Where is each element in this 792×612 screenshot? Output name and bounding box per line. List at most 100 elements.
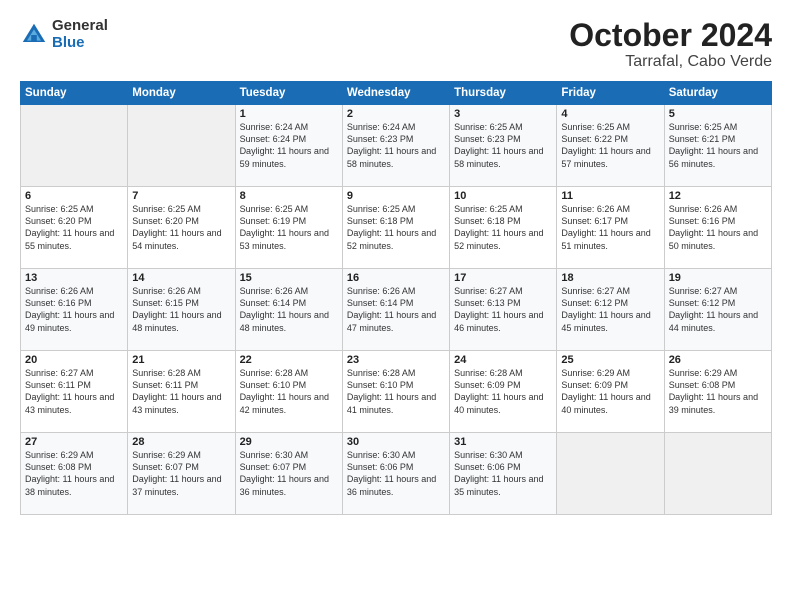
day-info: Sunrise: 6:25 AM Sunset: 6:19 PM Dayligh…	[240, 203, 338, 252]
day-info: Sunrise: 6:27 AM Sunset: 6:13 PM Dayligh…	[454, 285, 552, 334]
logo-blue-text: Blue	[52, 35, 108, 52]
calendar-week-0: 1Sunrise: 6:24 AM Sunset: 6:24 PM Daylig…	[21, 105, 772, 187]
day-info: Sunrise: 6:30 AM Sunset: 6:06 PM Dayligh…	[347, 449, 445, 498]
logo: General Blue	[20, 18, 108, 51]
calendar-cell: 9Sunrise: 6:25 AM Sunset: 6:18 PM Daylig…	[342, 187, 449, 269]
day-info: Sunrise: 6:27 AM Sunset: 6:12 PM Dayligh…	[669, 285, 767, 334]
day-number: 10	[454, 190, 552, 202]
calendar-cell	[664, 433, 771, 515]
calendar-header-row: SundayMondayTuesdayWednesdayThursdayFrid…	[21, 82, 772, 105]
day-info: Sunrise: 6:28 AM Sunset: 6:11 PM Dayligh…	[132, 367, 230, 416]
day-header-thursday: Thursday	[450, 82, 557, 105]
day-number: 8	[240, 190, 338, 202]
calendar-cell: 24Sunrise: 6:28 AM Sunset: 6:09 PM Dayli…	[450, 351, 557, 433]
day-info: Sunrise: 6:26 AM Sunset: 6:17 PM Dayligh…	[561, 203, 659, 252]
calendar-cell: 28Sunrise: 6:29 AM Sunset: 6:07 PM Dayli…	[128, 433, 235, 515]
calendar-cell: 6Sunrise: 6:25 AM Sunset: 6:20 PM Daylig…	[21, 187, 128, 269]
calendar-cell: 8Sunrise: 6:25 AM Sunset: 6:19 PM Daylig…	[235, 187, 342, 269]
calendar-table: SundayMondayTuesdayWednesdayThursdayFrid…	[20, 81, 772, 515]
day-number: 24	[454, 354, 552, 366]
day-number: 14	[132, 272, 230, 284]
calendar-cell	[128, 105, 235, 187]
day-number: 19	[669, 272, 767, 284]
calendar-cell: 2Sunrise: 6:24 AM Sunset: 6:23 PM Daylig…	[342, 105, 449, 187]
day-info: Sunrise: 6:26 AM Sunset: 6:14 PM Dayligh…	[347, 285, 445, 334]
day-number: 25	[561, 354, 659, 366]
day-number: 16	[347, 272, 445, 284]
calendar-cell: 7Sunrise: 6:25 AM Sunset: 6:20 PM Daylig…	[128, 187, 235, 269]
calendar-cell: 21Sunrise: 6:28 AM Sunset: 6:11 PM Dayli…	[128, 351, 235, 433]
calendar-cell	[557, 433, 664, 515]
day-number: 12	[669, 190, 767, 202]
calendar-cell: 19Sunrise: 6:27 AM Sunset: 6:12 PM Dayli…	[664, 269, 771, 351]
day-number: 11	[561, 190, 659, 202]
day-info: Sunrise: 6:26 AM Sunset: 6:14 PM Dayligh…	[240, 285, 338, 334]
calendar-week-3: 20Sunrise: 6:27 AM Sunset: 6:11 PM Dayli…	[21, 351, 772, 433]
day-header-tuesday: Tuesday	[235, 82, 342, 105]
calendar-cell: 26Sunrise: 6:29 AM Sunset: 6:08 PM Dayli…	[664, 351, 771, 433]
day-number: 21	[132, 354, 230, 366]
day-info: Sunrise: 6:26 AM Sunset: 6:16 PM Dayligh…	[25, 285, 123, 334]
day-info: Sunrise: 6:25 AM Sunset: 6:23 PM Dayligh…	[454, 121, 552, 170]
day-number: 31	[454, 436, 552, 448]
day-number: 23	[347, 354, 445, 366]
calendar-cell: 18Sunrise: 6:27 AM Sunset: 6:12 PM Dayli…	[557, 269, 664, 351]
day-number: 20	[25, 354, 123, 366]
day-number: 28	[132, 436, 230, 448]
calendar-title: October 2024	[569, 18, 772, 53]
logo-general-text: General	[52, 18, 108, 35]
day-info: Sunrise: 6:25 AM Sunset: 6:20 PM Dayligh…	[132, 203, 230, 252]
calendar-cell: 23Sunrise: 6:28 AM Sunset: 6:10 PM Dayli…	[342, 351, 449, 433]
calendar-cell: 1Sunrise: 6:24 AM Sunset: 6:24 PM Daylig…	[235, 105, 342, 187]
calendar-location: Tarrafal, Cabo Verde	[569, 53, 772, 71]
day-info: Sunrise: 6:25 AM Sunset: 6:18 PM Dayligh…	[454, 203, 552, 252]
day-number: 26	[669, 354, 767, 366]
day-info: Sunrise: 6:25 AM Sunset: 6:20 PM Dayligh…	[25, 203, 123, 252]
calendar-cell: 5Sunrise: 6:25 AM Sunset: 6:21 PM Daylig…	[664, 105, 771, 187]
page-header: General Blue October 2024 Tarrafal, Cabo…	[20, 18, 772, 71]
day-info: Sunrise: 6:28 AM Sunset: 6:10 PM Dayligh…	[347, 367, 445, 416]
calendar-cell: 17Sunrise: 6:27 AM Sunset: 6:13 PM Dayli…	[450, 269, 557, 351]
day-info: Sunrise: 6:24 AM Sunset: 6:24 PM Dayligh…	[240, 121, 338, 170]
calendar-cell: 16Sunrise: 6:26 AM Sunset: 6:14 PM Dayli…	[342, 269, 449, 351]
day-info: Sunrise: 6:26 AM Sunset: 6:15 PM Dayligh…	[132, 285, 230, 334]
day-info: Sunrise: 6:29 AM Sunset: 6:07 PM Dayligh…	[132, 449, 230, 498]
calendar-week-1: 6Sunrise: 6:25 AM Sunset: 6:20 PM Daylig…	[21, 187, 772, 269]
calendar-cell: 27Sunrise: 6:29 AM Sunset: 6:08 PM Dayli…	[21, 433, 128, 515]
calendar-week-2: 13Sunrise: 6:26 AM Sunset: 6:16 PM Dayli…	[21, 269, 772, 351]
day-info: Sunrise: 6:30 AM Sunset: 6:07 PM Dayligh…	[240, 449, 338, 498]
calendar-cell: 15Sunrise: 6:26 AM Sunset: 6:14 PM Dayli…	[235, 269, 342, 351]
calendar-cell: 13Sunrise: 6:26 AM Sunset: 6:16 PM Dayli…	[21, 269, 128, 351]
calendar-cell: 25Sunrise: 6:29 AM Sunset: 6:09 PM Dayli…	[557, 351, 664, 433]
calendar-week-4: 27Sunrise: 6:29 AM Sunset: 6:08 PM Dayli…	[21, 433, 772, 515]
day-number: 9	[347, 190, 445, 202]
calendar-cell: 22Sunrise: 6:28 AM Sunset: 6:10 PM Dayli…	[235, 351, 342, 433]
calendar-cell: 20Sunrise: 6:27 AM Sunset: 6:11 PM Dayli…	[21, 351, 128, 433]
day-number: 27	[25, 436, 123, 448]
logo-icon	[20, 21, 48, 49]
calendar-cell: 4Sunrise: 6:25 AM Sunset: 6:22 PM Daylig…	[557, 105, 664, 187]
day-info: Sunrise: 6:24 AM Sunset: 6:23 PM Dayligh…	[347, 121, 445, 170]
day-number: 22	[240, 354, 338, 366]
day-info: Sunrise: 6:29 AM Sunset: 6:08 PM Dayligh…	[669, 367, 767, 416]
day-header-friday: Friday	[557, 82, 664, 105]
day-number: 7	[132, 190, 230, 202]
calendar-cell: 31Sunrise: 6:30 AM Sunset: 6:06 PM Dayli…	[450, 433, 557, 515]
day-number: 3	[454, 108, 552, 120]
day-number: 29	[240, 436, 338, 448]
day-number: 18	[561, 272, 659, 284]
day-info: Sunrise: 6:30 AM Sunset: 6:06 PM Dayligh…	[454, 449, 552, 498]
day-info: Sunrise: 6:29 AM Sunset: 6:08 PM Dayligh…	[25, 449, 123, 498]
day-number: 4	[561, 108, 659, 120]
day-info: Sunrise: 6:25 AM Sunset: 6:18 PM Dayligh…	[347, 203, 445, 252]
day-header-monday: Monday	[128, 82, 235, 105]
title-block: October 2024 Tarrafal, Cabo Verde	[569, 18, 772, 71]
day-info: Sunrise: 6:28 AM Sunset: 6:09 PM Dayligh…	[454, 367, 552, 416]
day-header-wednesday: Wednesday	[342, 82, 449, 105]
day-info: Sunrise: 6:28 AM Sunset: 6:10 PM Dayligh…	[240, 367, 338, 416]
calendar-cell: 11Sunrise: 6:26 AM Sunset: 6:17 PM Dayli…	[557, 187, 664, 269]
calendar-cell: 14Sunrise: 6:26 AM Sunset: 6:15 PM Dayli…	[128, 269, 235, 351]
calendar-cell: 12Sunrise: 6:26 AM Sunset: 6:16 PM Dayli…	[664, 187, 771, 269]
calendar-cell: 3Sunrise: 6:25 AM Sunset: 6:23 PM Daylig…	[450, 105, 557, 187]
day-number: 1	[240, 108, 338, 120]
